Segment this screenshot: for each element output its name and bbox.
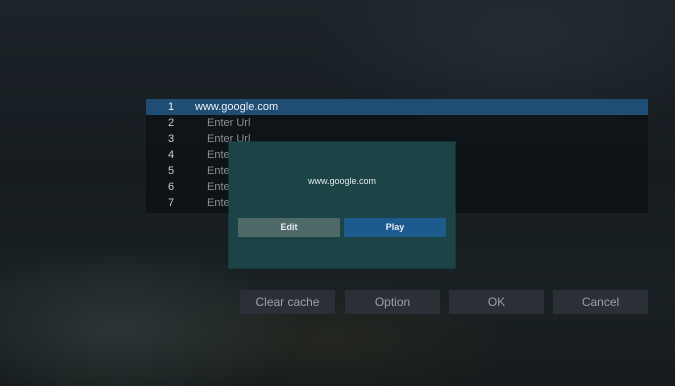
url-item-number: 5 xyxy=(167,165,175,177)
dialog-message: www.google.com xyxy=(307,176,377,186)
cancel-button[interactable]: Cancel xyxy=(553,290,648,314)
play-button[interactable]: Play xyxy=(344,218,446,237)
ok-button[interactable]: OK xyxy=(449,290,544,314)
url-list-item-1[interactable]: 1 www.google.com xyxy=(146,99,648,115)
screen-background: 1 www.google.com 2 Enter Url 3 Enter Url… xyxy=(0,0,675,386)
url-item-number: 7 xyxy=(167,197,175,209)
url-item-number: 2 xyxy=(167,117,175,129)
url-item-text: www.google.com xyxy=(195,101,279,113)
edit-button[interactable]: Edit xyxy=(238,218,340,237)
url-list-item-2[interactable]: 2 Enter Url xyxy=(146,115,648,131)
url-action-dialog: www.google.com Edit Play xyxy=(229,142,455,268)
url-item-text: Enter Url xyxy=(207,117,251,129)
option-button[interactable]: Option xyxy=(345,290,440,314)
url-item-number: 1 xyxy=(167,101,175,113)
url-item-number: 4 xyxy=(167,149,175,161)
url-item-number: 6 xyxy=(167,181,175,193)
url-item-number: 3 xyxy=(167,133,175,145)
clear-cache-button[interactable]: Clear cache xyxy=(240,290,335,314)
